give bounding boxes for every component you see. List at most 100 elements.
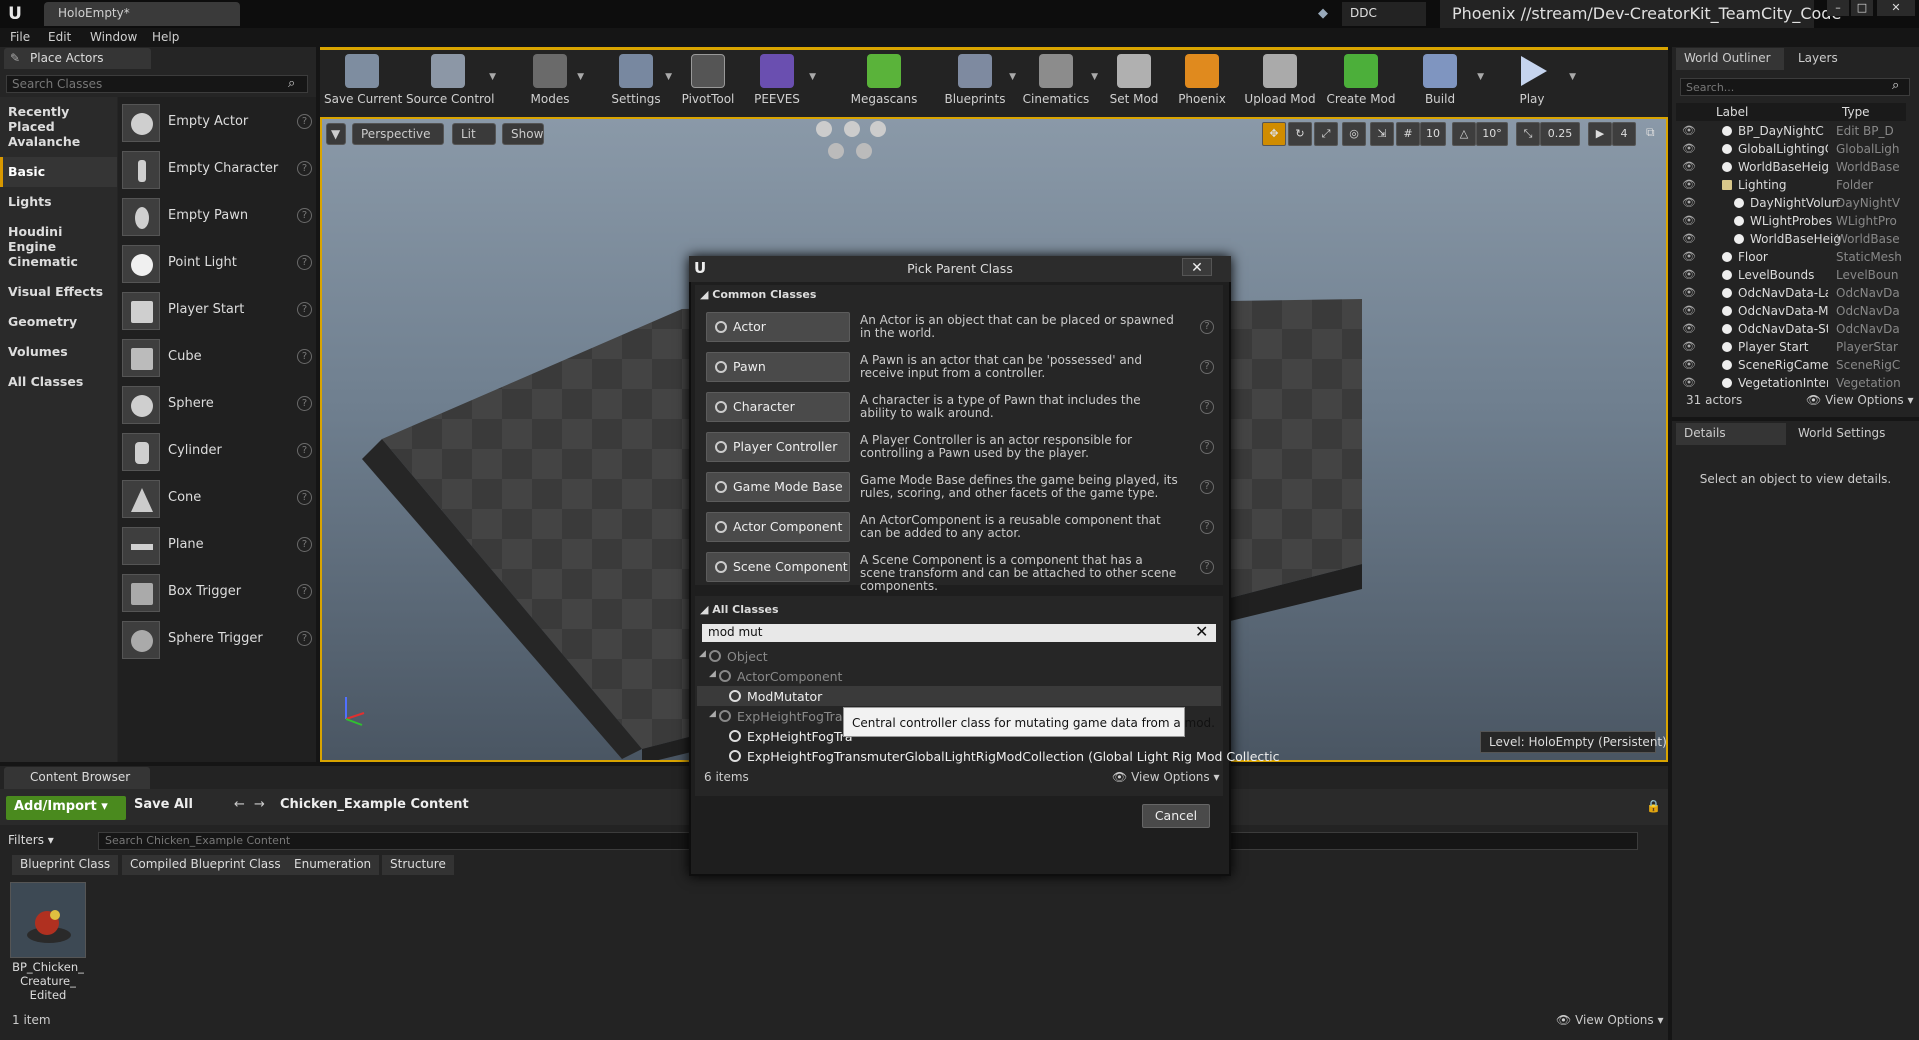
help-icon[interactable]: ?	[1200, 360, 1214, 374]
class-tree-row[interactable]: ◢ ActorComponent	[697, 666, 1221, 686]
dropdown-arrow-icon[interactable]: ▼	[1009, 72, 1016, 82]
dropdown-arrow-icon[interactable]: ▼	[1569, 72, 1576, 82]
actor-item-empty-character[interactable]: Empty Character?	[122, 147, 312, 193]
visibility-eye-icon[interactable]: 👁	[1682, 178, 1696, 191]
search-classes-input[interactable]: Search Classes	[6, 75, 308, 93]
visibility-eye-icon[interactable]: 👁	[1682, 196, 1696, 209]
create-mod-button[interactable]: Create Mod	[1326, 52, 1396, 112]
visibility-eye-icon[interactable]: 👁	[1682, 124, 1696, 137]
phoenix-button[interactable]: Phoenix	[1172, 52, 1232, 112]
common-class-button[interactable]: Scene Component	[706, 552, 850, 582]
clear-search-icon[interactable]: ✕	[1195, 622, 1208, 641]
grid-snap-icon[interactable]: #	[1396, 122, 1420, 146]
dialog-close-icon[interactable]: ✕	[1182, 258, 1212, 276]
help-icon[interactable]: ?	[297, 443, 312, 458]
settings-button[interactable]: Settings ▼	[604, 52, 672, 112]
category-visual-effects[interactable]: Visual Effects	[0, 277, 117, 307]
outliner-row[interactable]: 👁 SceneRigCamera SceneRigC	[1676, 356, 1906, 374]
visibility-eye-icon[interactable]: 👁	[1682, 304, 1696, 317]
outliner-row[interactable]: 👁 OdcNavData-Me OdcNavDa	[1676, 302, 1906, 320]
visibility-eye-icon[interactable]: 👁	[1682, 340, 1696, 353]
visibility-eye-icon[interactable]: 👁	[1682, 142, 1696, 155]
document-tab[interactable]: HoloEmpty*	[44, 2, 240, 26]
help-icon[interactable]: ?	[1200, 400, 1214, 414]
dropdown-arrow-icon[interactable]: ▼	[665, 72, 672, 82]
actor-item-sphere-trigger[interactable]: Sphere Trigger?	[122, 617, 312, 663]
actor-item-cylinder[interactable]: Cylinder?	[122, 429, 312, 475]
visibility-eye-icon[interactable]: 👁	[1682, 214, 1696, 227]
outliner-row[interactable]: 👁 DayNightVolum DayNightV	[1676, 194, 1906, 212]
visibility-eye-icon[interactable]: 👁	[1682, 286, 1696, 299]
filter-chip-blueprint-class[interactable]: Blueprint Class	[12, 855, 119, 875]
visibility-eye-icon[interactable]: 👁	[1682, 160, 1696, 173]
dropdown-arrow-icon[interactable]: ▼	[1091, 72, 1098, 82]
visibility-eye-icon[interactable]: 👁	[1682, 232, 1696, 245]
visibility-eye-icon[interactable]: 👁	[1682, 376, 1696, 389]
upload-mod-button[interactable]: Upload Mod	[1244, 52, 1316, 112]
layers-tab[interactable]: Layers	[1790, 48, 1880, 70]
megascans-button[interactable]: Megascans	[846, 52, 922, 112]
content-browser-tab[interactable]: Content Browser	[4, 767, 150, 789]
actor-item-box-trigger[interactable]: Box Trigger?	[122, 570, 312, 616]
lit-button[interactable]: Lit	[452, 123, 496, 145]
help-icon[interactable]: ?	[297, 490, 312, 505]
actor-item-empty-pawn[interactable]: Empty Pawn?	[122, 194, 312, 240]
help-icon[interactable]: ?	[297, 161, 312, 176]
set-mod-button[interactable]: Set Mod	[1104, 52, 1164, 112]
modes-button[interactable]: Modes ▼	[520, 52, 584, 112]
class-tree-row[interactable]: ◢ Object	[697, 646, 1221, 666]
filter-chip-structure[interactable]: Structure	[382, 855, 454, 875]
category-all-classes[interactable]: All Classes	[0, 367, 117, 397]
actor-item-empty-actor[interactable]: Empty Actor?	[122, 100, 312, 146]
asset-thumbnail[interactable]	[10, 882, 86, 958]
camera-speed-value[interactable]: 4	[1612, 122, 1636, 146]
save-all-button[interactable]: Save All	[134, 797, 193, 812]
rotation-snap-value[interactable]: 10°	[1476, 122, 1508, 146]
expand-arrow-icon[interactable]: ◢	[709, 709, 716, 719]
class-tree-row[interactable]: ModMutator	[697, 686, 1221, 706]
actor-item-player-start[interactable]: Player Start?	[122, 288, 312, 334]
category-cinematic[interactable]: Cinematic	[0, 247, 117, 277]
outliner-view-options[interactable]: 👁 View Options ▾	[1806, 393, 1914, 407]
world-local-icon[interactable]: ◎	[1342, 122, 1366, 146]
expand-arrow-icon[interactable]: ◢	[699, 649, 706, 659]
visibility-eye-icon[interactable]: 👁	[1682, 358, 1696, 371]
dropdown-arrow-icon[interactable]: ▼	[577, 72, 584, 82]
help-icon[interactable]: ?	[1200, 440, 1214, 454]
rotation-snap-icon[interactable]: △	[1452, 122, 1476, 146]
category-volumes[interactable]: Volumes	[0, 337, 117, 367]
dialog-view-options[interactable]: 👁 View Options ▾	[1112, 770, 1220, 784]
actor-item-sphere[interactable]: Sphere?	[122, 382, 312, 428]
class-search-input[interactable]: mod mut	[702, 624, 1216, 642]
scale-snap-icon[interactable]: ⤡	[1516, 122, 1540, 146]
help-icon[interactable]: ?	[297, 584, 312, 599]
back-arrow-icon[interactable]: ←	[234, 797, 245, 812]
help-icon[interactable]: ?	[1200, 520, 1214, 534]
category-recently-placed[interactable]: Recently Placed	[0, 97, 117, 134]
menu-help[interactable]: Help	[152, 30, 179, 44]
help-icon[interactable]: ?	[297, 114, 312, 129]
outliner-row[interactable]: 👁 Floor StaticMesh	[1676, 248, 1906, 266]
common-class-button[interactable]: Actor	[706, 312, 850, 342]
outliner-row[interactable]: 👁 OdcNavData-Lar OdcNavDa	[1676, 284, 1906, 302]
play-button[interactable]: Play ▼	[1502, 52, 1576, 112]
common-class-button[interactable]: Pawn	[706, 352, 850, 382]
filter-chip-compiled-blueprint-class[interactable]: Compiled Blueprint Class	[122, 855, 289, 875]
scale-tool-icon[interactable]: ⤢	[1314, 122, 1338, 146]
outliner-row[interactable]: 👁 GlobalLightingC GlobalLigh	[1676, 140, 1906, 158]
world-outliner-tab[interactable]: World Outliner	[1676, 48, 1784, 70]
category-houdini-engine[interactable]: Houdini Engine	[0, 217, 117, 254]
outliner-search-icon[interactable]: ⌕	[1892, 78, 1899, 93]
maximize-icon[interactable]: □	[1851, 0, 1873, 16]
cancel-button[interactable]: Cancel	[1142, 804, 1210, 828]
cinematics-button[interactable]: Cinematics ▼	[1020, 52, 1098, 112]
help-icon[interactable]: ?	[297, 537, 312, 552]
source-control-button[interactable]: Source Control ▼	[406, 52, 496, 112]
surface-snap-icon[interactable]: ⇲	[1370, 122, 1394, 146]
dropdown-arrow-icon[interactable]: ▼	[809, 72, 816, 82]
type-column-header[interactable]: Type	[1842, 105, 1870, 119]
category-lights[interactable]: Lights	[0, 187, 117, 217]
common-class-button[interactable]: Actor Component	[706, 512, 850, 542]
filter-chip-enumeration[interactable]: Enumeration	[286, 855, 380, 875]
ddc-button[interactable]: DDC	[1342, 2, 1426, 26]
